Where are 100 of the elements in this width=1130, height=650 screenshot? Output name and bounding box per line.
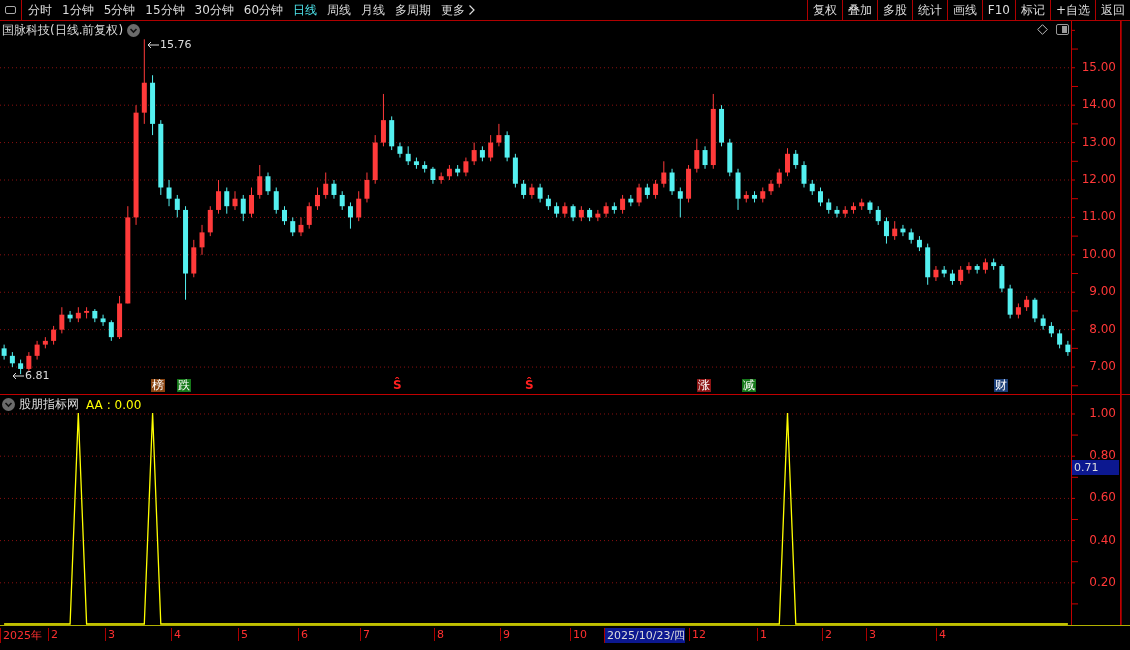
axis-tick-label: 10.00 (1081, 246, 1116, 261)
candlestick (108, 319, 114, 342)
panel-toggle-icon[interactable] (1056, 24, 1070, 35)
event-tag[interactable]: 跌 (177, 379, 191, 392)
candlestick (281, 205, 287, 226)
toolbar-button[interactable]: 叠加 (841, 0, 877, 20)
date-label: 1 (757, 628, 767, 641)
candlestick (875, 205, 881, 226)
toolbar-button[interactable]: +自选 (1049, 0, 1095, 20)
candlestick (339, 190, 345, 211)
candlestick (817, 186, 823, 207)
candlestick (240, 194, 246, 222)
period-tab[interactable]: 多周期 (395, 1, 432, 19)
candlestick (265, 172, 271, 196)
date-label: 6 (298, 628, 308, 641)
toolbar-button[interactable]: 复权 (806, 0, 842, 20)
date-label: 3 (105, 628, 115, 641)
candlestick (488, 134, 494, 162)
period-tab[interactable]: 月线 (361, 1, 386, 19)
indicator-reading: : 0.00 (106, 397, 142, 412)
candlestick (1032, 297, 1038, 323)
candlestick (785, 147, 791, 177)
event-tag[interactable]: 减 (742, 379, 756, 392)
toolbar-button[interactable]: 多股 (876, 0, 912, 20)
axis-tick-label: 14.00 (1081, 97, 1116, 112)
candlestick (199, 224, 205, 256)
candlestick (306, 201, 312, 230)
candlestick (166, 179, 172, 207)
series-name: AA (86, 397, 103, 412)
date-label: 8 (434, 628, 444, 641)
period-tab[interactable]: 日线 (293, 1, 318, 19)
period-tab[interactable]: 周线 (327, 1, 352, 19)
axis-tick-label: 15.00 (1081, 59, 1116, 74)
axis-tick-label: 0.60 (1089, 490, 1116, 505)
candlestick (1, 344, 7, 361)
candlestick (298, 216, 304, 237)
event-tag[interactable]: 财 (994, 379, 1008, 392)
candlestick (290, 216, 296, 237)
period-tab[interactable]: 5分钟 (103, 1, 136, 19)
event-tag[interactable]: 涨 (697, 379, 711, 392)
chevron-right-icon[interactable] (468, 4, 477, 16)
axis-tick-label: 12.00 (1081, 172, 1116, 186)
event-tag[interactable]: 榜 (151, 379, 165, 392)
signal-mark[interactable]: Ŝ (525, 379, 534, 392)
toolbar-button[interactable]: 返回 (1095, 0, 1130, 20)
candlestick (207, 205, 213, 237)
axis-tick-label: 7.00 (1089, 359, 1116, 374)
candlestick (562, 201, 568, 218)
date-label: 10 (570, 628, 587, 641)
date-label: 3 (866, 628, 876, 641)
candlestick (966, 261, 972, 275)
candlestick (958, 265, 964, 286)
toolbar-button[interactable]: 画线 (946, 0, 982, 20)
candlestick (1057, 329, 1063, 349)
period-tab[interactable]: 30分钟 (194, 1, 234, 19)
candlestick (636, 183, 642, 207)
toolbar-button[interactable]: 统计 (911, 0, 947, 20)
axis-tick-label: 0.20 (1089, 574, 1116, 589)
date-label: 7 (360, 628, 370, 641)
date-label: 2025/10/23/四 (604, 628, 686, 643)
candlestick (653, 179, 659, 200)
toolbar-button[interactable]: 标记 (1014, 0, 1050, 20)
date-label: 9 (500, 628, 510, 641)
candlestick (331, 179, 337, 200)
toolbar-button[interactable]: F10 (981, 0, 1015, 20)
chevron-down-icon[interactable] (2, 398, 15, 411)
period-tab[interactable]: 分时 (28, 1, 52, 19)
candlestick (364, 172, 370, 203)
cursor-value-label: 0.71 (1072, 460, 1120, 475)
date-label: 5 (238, 628, 248, 641)
candlestick (537, 183, 543, 203)
candlestick (273, 186, 279, 215)
candlestick (620, 194, 626, 215)
candlestick (702, 145, 708, 170)
candlestick (834, 205, 840, 218)
axis-tick-label: 1.00 (1089, 406, 1116, 420)
axis-tick-label: 9.00 (1089, 284, 1116, 299)
period-tab[interactable]: 1分钟 (62, 1, 94, 19)
signal-mark[interactable]: Ŝ (393, 379, 402, 392)
diamond-icon[interactable] (1037, 24, 1049, 35)
candlestick (463, 157, 469, 177)
arrow-left-icon (12, 371, 24, 380)
candlestick (34, 340, 40, 361)
candlestick (933, 265, 939, 282)
low-price-label: 6.81 (25, 369, 50, 382)
candlestick (883, 216, 889, 245)
chevron-down-icon[interactable] (127, 24, 141, 37)
more-menu[interactable]: 更多 (441, 1, 466, 19)
axis-tick-label: 0.80 (1089, 448, 1116, 463)
date-label: 2 (48, 628, 58, 641)
candlestick (380, 93, 386, 147)
candlestick (347, 201, 353, 230)
period-tab[interactable]: 15分钟 (145, 1, 185, 19)
chart-title: 国脉科技(日线.前复权) (2, 22, 124, 39)
candlestick (999, 263, 1005, 293)
candlestick (51, 325, 57, 346)
period-tab[interactable]: 60分钟 (243, 1, 284, 19)
date-label: 4 (936, 628, 946, 641)
candlestick (249, 186, 255, 218)
candlestick (768, 179, 774, 196)
